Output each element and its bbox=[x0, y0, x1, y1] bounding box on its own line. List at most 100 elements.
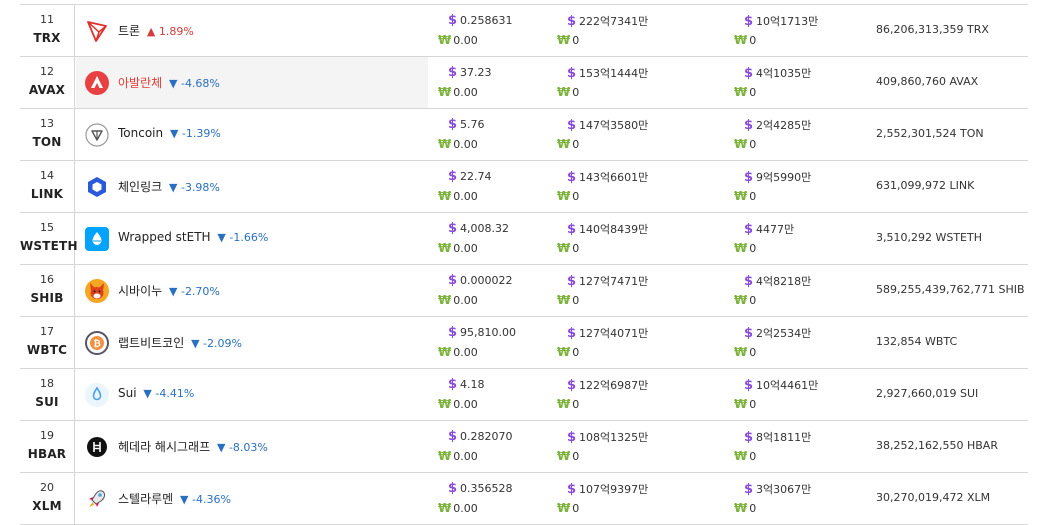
price-usd: 4.18 bbox=[460, 378, 485, 391]
change-percent: -2.70% bbox=[180, 285, 220, 298]
won-icon: ₩ bbox=[438, 293, 452, 307]
change-percent: -4.41% bbox=[155, 387, 195, 400]
coin-name-link[interactable]: 스텔라루멘 bbox=[118, 492, 173, 506]
wbtc-icon: ₿ bbox=[85, 331, 109, 355]
won-icon: ₩ bbox=[438, 241, 452, 255]
stellar-icon bbox=[85, 487, 109, 511]
dollar-icon: $ bbox=[567, 482, 577, 497]
market-cap-cell: $153억1444만 ₩0 bbox=[557, 57, 737, 108]
coin-name-link[interactable]: 헤데라 해시그래프 bbox=[118, 440, 210, 454]
price-krw: 0.00 bbox=[453, 502, 478, 515]
won-icon: ₩ bbox=[734, 293, 748, 307]
tron-icon bbox=[85, 19, 109, 43]
coin-name-cell[interactable]: 스텔라루멘 ▼ -4.36% bbox=[76, 473, 428, 524]
coin-name-link[interactable]: Wrapped stETH bbox=[118, 230, 211, 244]
market-cap-usd: 127억4071만 bbox=[579, 327, 649, 340]
coin-name-link[interactable]: 시바이누 bbox=[118, 284, 162, 298]
rank-cell: 15 WSTETH bbox=[20, 213, 78, 264]
circulating-supply: 132,854 WBTC bbox=[876, 335, 958, 348]
volume-cell: $9억5990만 ₩0 bbox=[734, 161, 864, 212]
market-cap-cell: $127억4071만 ₩0 bbox=[557, 317, 737, 368]
table-row[interactable]: 16 SHIB 시바이누 ▼ -2.70% $0.000022 ₩0.00 $1… bbox=[20, 265, 1028, 317]
won-icon: ₩ bbox=[438, 449, 452, 463]
coin-name-link[interactable]: Sui bbox=[118, 386, 137, 400]
coin-name-link[interactable]: Toncoin bbox=[118, 126, 163, 140]
volume-cell: $3억3067만 ₩0 bbox=[734, 473, 864, 524]
arrow-down-icon: ▼ bbox=[191, 337, 200, 350]
arrow-down-icon: ▼ bbox=[180, 493, 189, 506]
dollar-icon: $ bbox=[744, 170, 754, 185]
price-krw: 0.00 bbox=[453, 242, 478, 255]
market-cap-usd: 143억6601만 bbox=[579, 171, 649, 184]
dollar-icon: $ bbox=[567, 430, 577, 445]
coin-name-cell[interactable]: Sui ▼ -4.41% bbox=[76, 369, 428, 420]
coin-name-link[interactable]: 아발란체 bbox=[118, 76, 162, 90]
coin-symbol: WSTETH bbox=[20, 239, 78, 253]
coin-name-cell[interactable]: 체인링크 ▼ -3.98% bbox=[76, 161, 428, 212]
rank-number: 14 bbox=[40, 169, 54, 182]
change-percent: -3.98% bbox=[180, 181, 220, 194]
coin-name-link[interactable]: 트론 bbox=[118, 24, 140, 38]
price-usd: 0.282070 bbox=[460, 430, 513, 443]
won-icon: ₩ bbox=[438, 345, 452, 359]
arrow-down-icon: ▼ bbox=[143, 387, 152, 400]
volume-usd: 8억1811만 bbox=[756, 431, 812, 444]
volume-krw: 0 bbox=[749, 86, 757, 99]
price-change: ▼ -8.03% bbox=[217, 441, 268, 454]
price-cell: $0.356528 ₩0.00 bbox=[438, 473, 558, 524]
table-row[interactable]: 17 WBTC ₿ 랩트비트코인 ▼ -2.09% $95,810.00 ₩0.… bbox=[20, 317, 1028, 369]
chainlink-icon bbox=[85, 175, 109, 199]
avalanche-icon bbox=[85, 71, 109, 95]
market-cap-usd: 147억3580만 bbox=[579, 119, 649, 132]
table-row[interactable]: 12 AVAX 아발란체 ▼ -4.68% $37.23 ₩0.00 $153억… bbox=[20, 57, 1028, 109]
rank-cell: 17 WBTC bbox=[20, 317, 75, 368]
table-row[interactable]: 13 TON Toncoin ▼ -1.39% $5.76 ₩0.00 $147… bbox=[20, 109, 1028, 161]
volume-cell: $4억1035만 ₩0 bbox=[734, 57, 864, 108]
dollar-icon: $ bbox=[567, 66, 577, 81]
coin-name-cell[interactable]: 트론 ▲ 1.89% bbox=[76, 5, 428, 56]
volume-krw: 0 bbox=[749, 502, 757, 515]
circulating-supply: 30,270,019,472 XLM bbox=[876, 491, 991, 504]
volume-cell: $4억8218만 ₩0 bbox=[734, 265, 864, 316]
table-row[interactable]: 19 HBAR 헤데라 해시그래프 ▼ -8.03% $0.282070 ₩0.… bbox=[20, 421, 1028, 473]
price-usd: 95,810.00 bbox=[460, 326, 517, 339]
coin-name-link[interactable]: 랩트비트코인 bbox=[118, 336, 184, 350]
price-usd: 0.258631 bbox=[460, 14, 513, 27]
dollar-icon: $ bbox=[744, 222, 754, 237]
volume-krw: 0 bbox=[749, 242, 757, 255]
table-row[interactable]: 11 TRX 트론 ▲ 1.89% $0.258631 ₩0.00 $222억7… bbox=[20, 5, 1028, 57]
coin-name-cell[interactable]: 시바이누 ▼ -2.70% bbox=[76, 265, 428, 316]
won-icon: ₩ bbox=[557, 501, 571, 515]
dollar-icon: $ bbox=[567, 378, 577, 393]
rank-number: 18 bbox=[40, 377, 54, 390]
table-row[interactable]: 15 WSTETH Wrapped stETH ▼ -1.66% $4,008.… bbox=[20, 213, 1028, 265]
dollar-icon: $ bbox=[744, 326, 754, 341]
market-cap-usd: 153억1444만 bbox=[579, 67, 649, 80]
table-row[interactable]: 18 SUI Sui ▼ -4.41% $4.18 ₩0.00 $122억698… bbox=[20, 369, 1028, 421]
hedera-icon bbox=[85, 435, 109, 459]
arrow-down-icon: ▼ bbox=[217, 231, 226, 244]
volume-krw: 0 bbox=[749, 450, 757, 463]
coin-name-cell[interactable]: 아발란체 ▼ -4.68% bbox=[76, 57, 428, 108]
coin-name-cell[interactable]: ₿ 랩트비트코인 ▼ -2.09% bbox=[76, 317, 428, 368]
price-usd: 5.76 bbox=[460, 118, 485, 131]
coin-symbol: WBTC bbox=[26, 343, 68, 357]
market-cap-cell: $222억7341만 ₩0 bbox=[557, 5, 737, 56]
coin-name-cell[interactable]: Wrapped stETH ▼ -1.66% bbox=[76, 213, 428, 264]
won-icon: ₩ bbox=[734, 33, 748, 47]
volume-cell: $8억1811만 ₩0 bbox=[734, 421, 864, 472]
table-row[interactable]: 20 XLM 스텔라루멘 ▼ -4.36% $0.356528 ₩0.00 $1… bbox=[20, 473, 1028, 525]
volume-usd: 4억1035만 bbox=[756, 67, 812, 80]
coin-name-cell[interactable]: Toncoin ▼ -1.39% bbox=[76, 109, 428, 160]
price-change: ▼ -4.36% bbox=[180, 493, 231, 506]
dollar-icon: $ bbox=[744, 118, 754, 133]
volume-krw: 0 bbox=[749, 138, 757, 151]
price-change: ▼ -4.68% bbox=[169, 77, 220, 90]
coin-name-link[interactable]: 체인링크 bbox=[118, 180, 162, 194]
svg-text:₿: ₿ bbox=[93, 339, 100, 350]
price-cell: $22.74 ₩0.00 bbox=[438, 161, 558, 212]
market-cap-cell: $108억1325만 ₩0 bbox=[557, 421, 737, 472]
won-icon: ₩ bbox=[557, 241, 571, 255]
table-row[interactable]: 14 LINK 체인링크 ▼ -3.98% $22.74 ₩0.00 $143억… bbox=[20, 161, 1028, 213]
coin-name-cell[interactable]: 헤데라 해시그래프 ▼ -8.03% bbox=[76, 421, 428, 472]
